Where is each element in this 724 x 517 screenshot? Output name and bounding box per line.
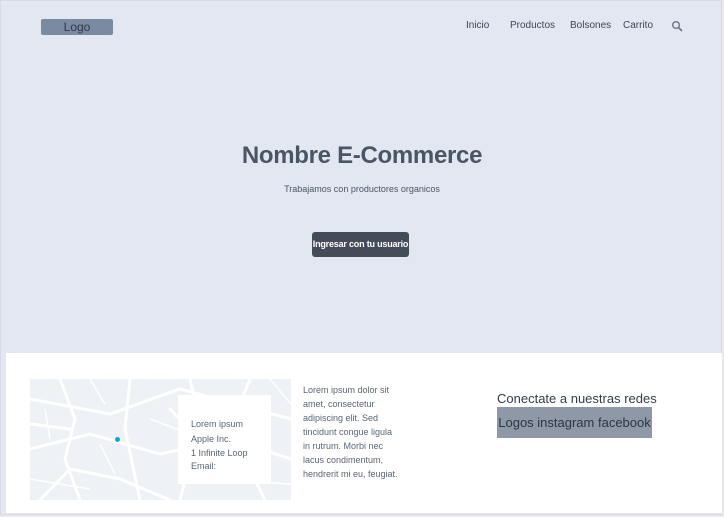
map-pin-icon — [115, 437, 120, 442]
login-button[interactable]: Ingresar con tu usuario — [312, 232, 409, 257]
nav-item-carrito[interactable]: Carrito — [623, 19, 653, 33]
map-card-line: 1 Infinite Loop — [191, 448, 248, 458]
search-icon[interactable] — [671, 20, 683, 32]
social-logos[interactable]: Logos instagram facebook — [497, 407, 652, 438]
nav-item-productos[interactable]: Productos — [510, 19, 555, 33]
page-title: Nombre E-Commerce — [241, 142, 483, 169]
map-card-line: Apple Inc. — [191, 434, 232, 444]
logo[interactable]: Logo — [41, 19, 113, 35]
hero-subtitle: Trabajamos con productores organicos — [284, 184, 440, 194]
nav-item-bolsones[interactable]: Bolsones — [570, 19, 611, 33]
map-card-line: Lorem ipsum — [191, 419, 244, 429]
social-heading: Conectate a nuestras redes — [497, 391, 657, 406]
nav-item-inicio[interactable]: Inicio — [466, 19, 489, 33]
footer-description: Lorem ipsum dolor sit amet, consectetur … — [303, 385, 398, 479]
map-card-line: Email: — [191, 461, 217, 471]
map-info-card: Lorem ipsum Apple Inc. 1 Infinite Loop E… — [178, 395, 271, 484]
